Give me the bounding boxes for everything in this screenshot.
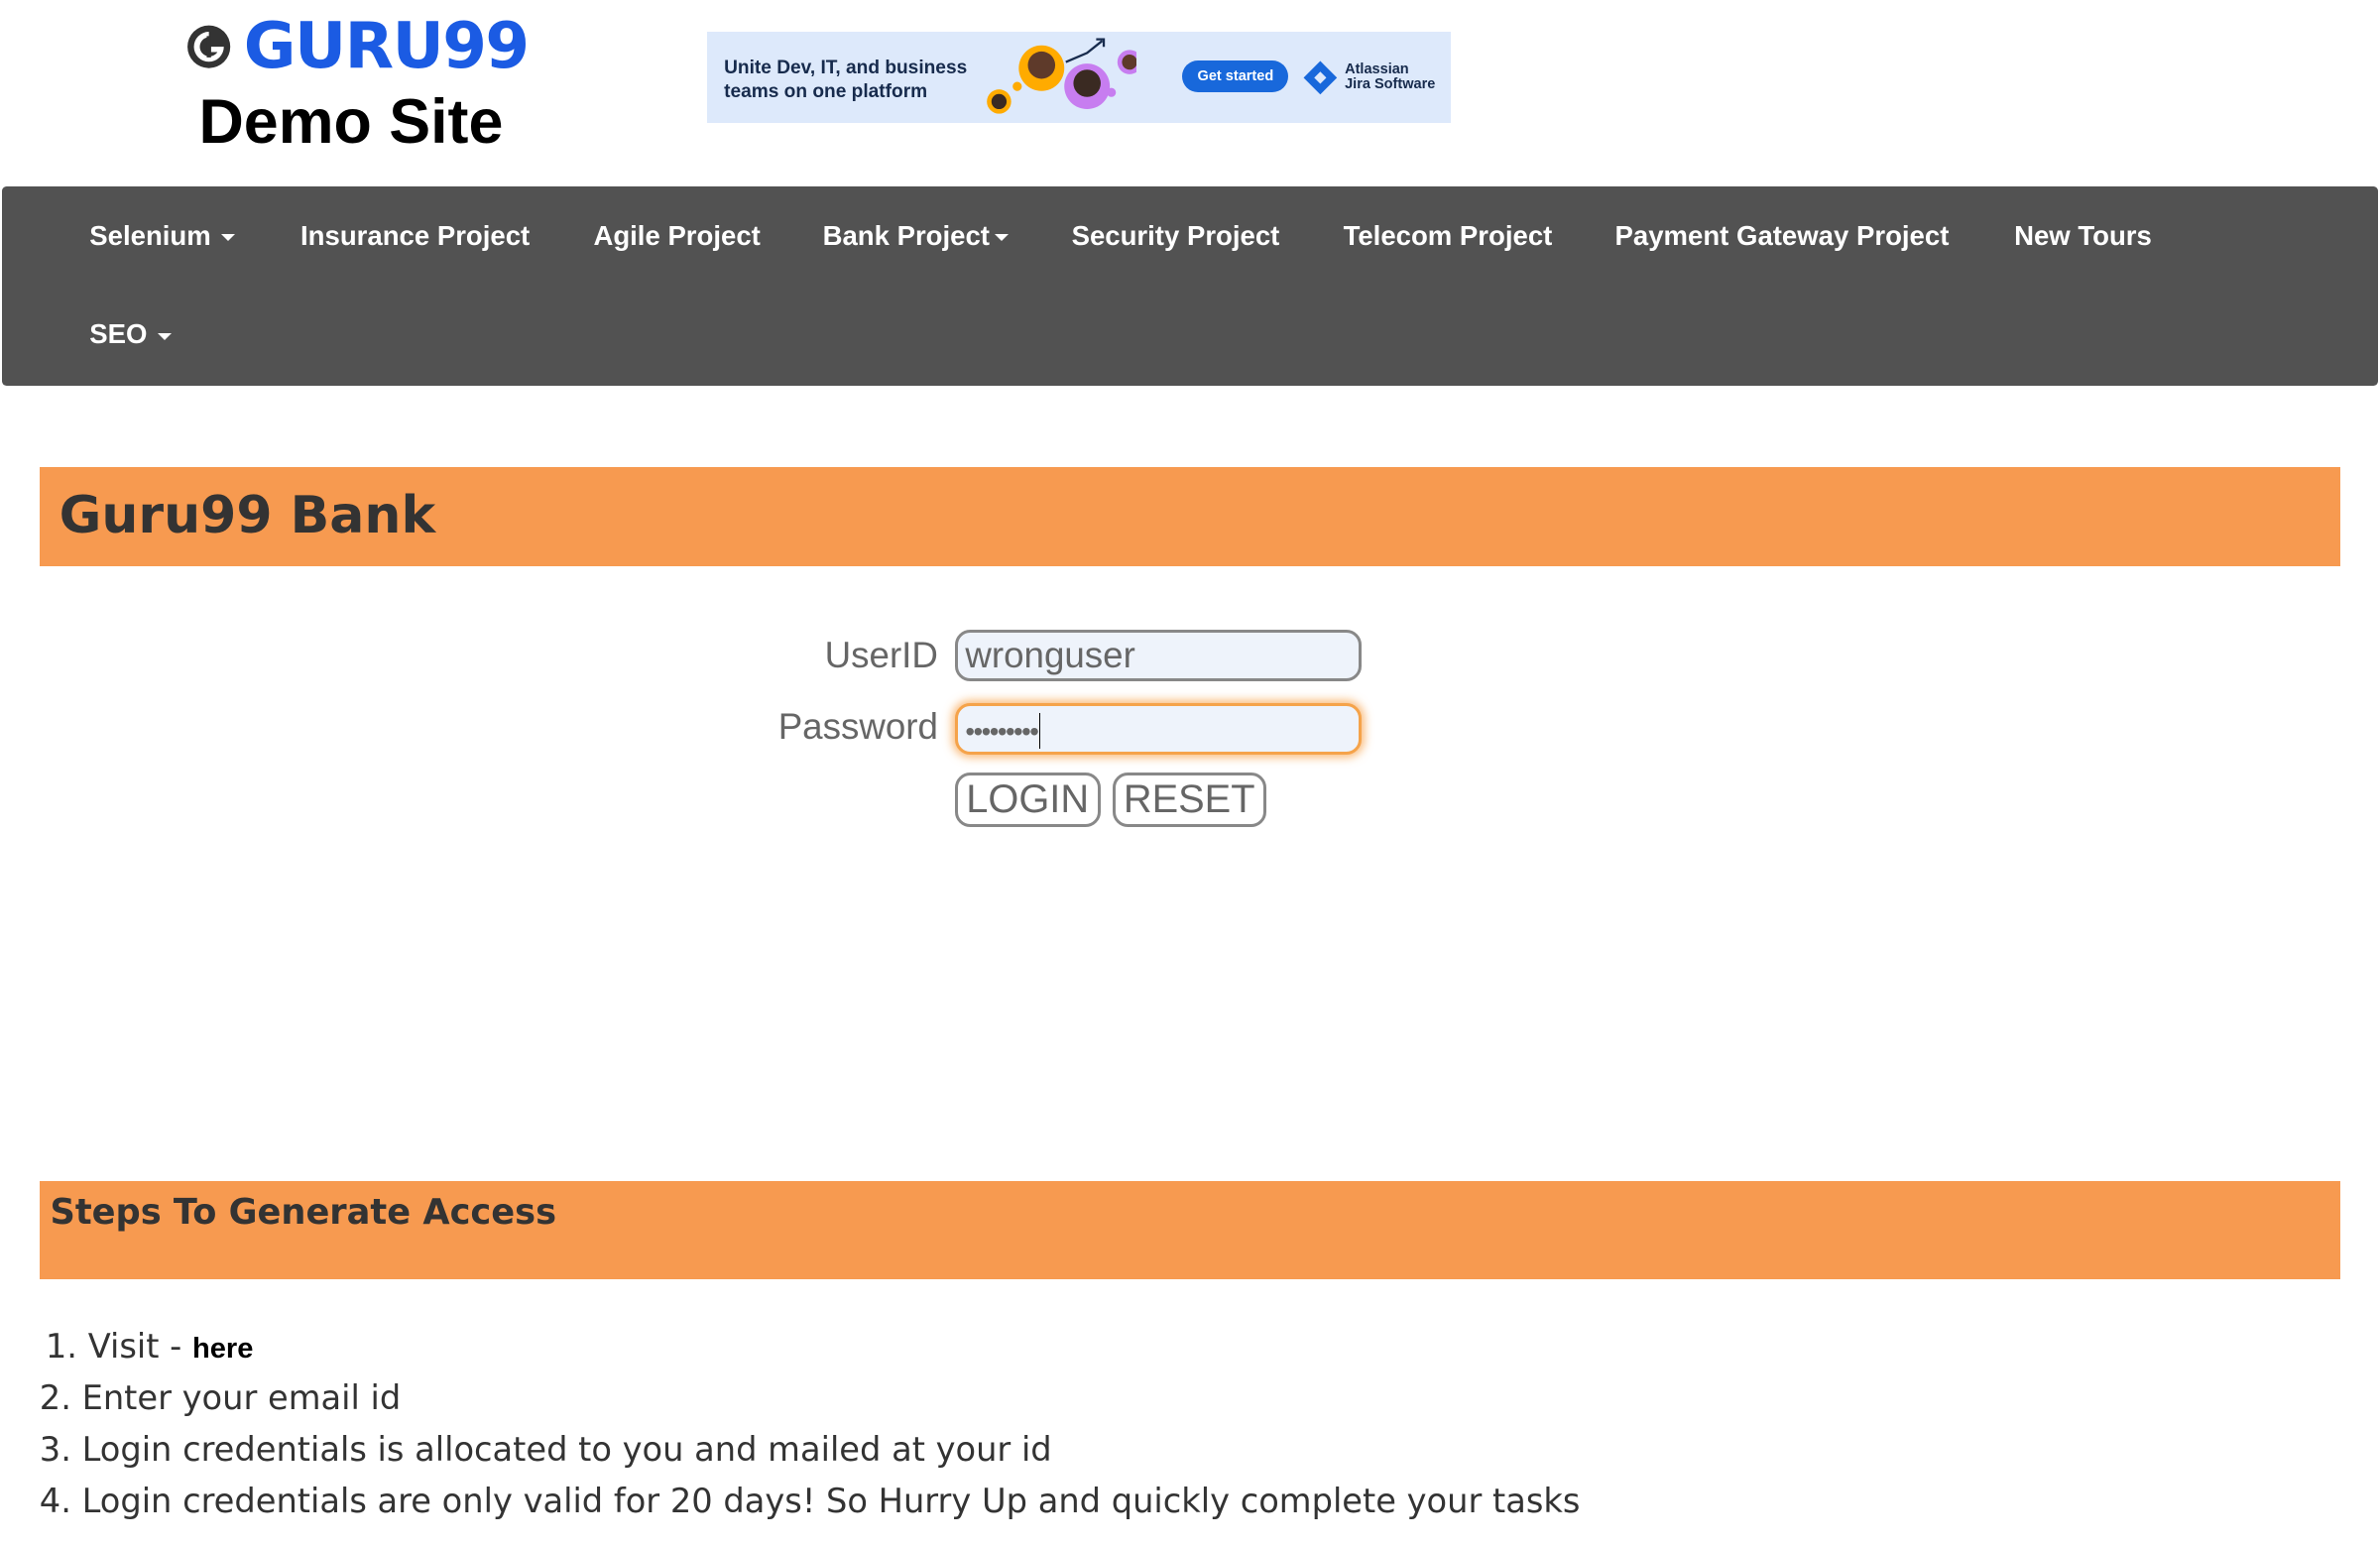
site-logo[interactable]: GURU99 Demo Site xyxy=(186,9,530,157)
ad-headline: Unite Dev, IT, and business teams on one… xyxy=(724,57,968,103)
nav-item-insurance-project[interactable]: Insurance Project xyxy=(300,220,530,252)
nav-item-bank-project[interactable]: Bank Project xyxy=(823,220,1009,252)
password-input-value: ••••••••• xyxy=(965,715,1039,747)
ad-people-illustration xyxy=(986,38,1137,114)
steps-list: 1. Visit - here 2. Enter your email id 3… xyxy=(40,1321,1581,1527)
caret-down-icon xyxy=(158,332,173,340)
bank-title-band: Guru99 Bank xyxy=(39,467,2341,566)
here-link[interactable]: here xyxy=(192,1333,253,1365)
list-item: 2. Enter your email id xyxy=(39,1377,402,1417)
userid-input-value: wronguser xyxy=(965,635,1135,676)
guru99-logo-icon xyxy=(187,25,231,68)
step-text: 1. Visit - xyxy=(45,1326,192,1366)
userid-label: UserID xyxy=(824,634,938,675)
login-button[interactable]: LOGIN xyxy=(954,773,1101,828)
password-input[interactable]: ••••••••• xyxy=(954,702,1362,755)
ad-brand-line1: Atlassian xyxy=(1345,60,1409,77)
jira-icon xyxy=(1303,60,1338,94)
nav-item-telecom-project[interactable]: Telecom Project xyxy=(1344,220,1553,252)
steps-title-band: Steps To Generate Access xyxy=(39,1180,2341,1280)
ad-brand-line2: Jira Software xyxy=(1345,76,1436,93)
nav-item-label: Selenium xyxy=(89,219,211,251)
userid-input[interactable]: wronguser xyxy=(954,630,1362,682)
ad-banner[interactable]: Unite Dev, IT, and business teams on one… xyxy=(707,32,1452,123)
nav-item-payment-gateway-project[interactable]: Payment Gateway Project xyxy=(1615,220,1950,252)
list-item: 1. Visit - here xyxy=(40,1321,1581,1372)
steps-title: Steps To Generate Access xyxy=(50,1191,557,1233)
nav-item-seo[interactable]: SEO xyxy=(89,318,173,350)
reset-button[interactable]: RESET xyxy=(1112,773,1266,828)
main-nav-bar: Selenium Insurance Project Agile Project… xyxy=(1,186,2379,386)
list-item: 4. Login credentials are only valid for … xyxy=(39,1481,1581,1520)
caret-down-icon xyxy=(221,234,236,241)
nav-item-security-project[interactable]: Security Project xyxy=(1072,220,1280,252)
page-title: Guru99 Bank xyxy=(59,485,436,545)
logo-text: GURU99 xyxy=(243,9,530,84)
ad-jira-brand: Atlassian Jira Software xyxy=(1302,58,1446,97)
nav-item-label: Bank Project xyxy=(822,219,990,251)
ad-get-started-button[interactable]: Get started xyxy=(1182,60,1289,93)
nav-item-selenium[interactable]: Selenium xyxy=(89,219,236,252)
list-item: 3. Login credentials is allocated to you… xyxy=(39,1429,1052,1469)
nav-item-new-tours[interactable]: New Tours xyxy=(2014,220,2152,252)
caret-down-icon xyxy=(994,234,1009,241)
nav-item-label: SEO xyxy=(89,318,148,350)
logo-subtitle: Demo Site xyxy=(198,87,504,158)
password-label: Password xyxy=(777,705,938,747)
nav-item-agile-project[interactable]: Agile Project xyxy=(593,220,760,252)
text-cursor xyxy=(1038,712,1041,750)
